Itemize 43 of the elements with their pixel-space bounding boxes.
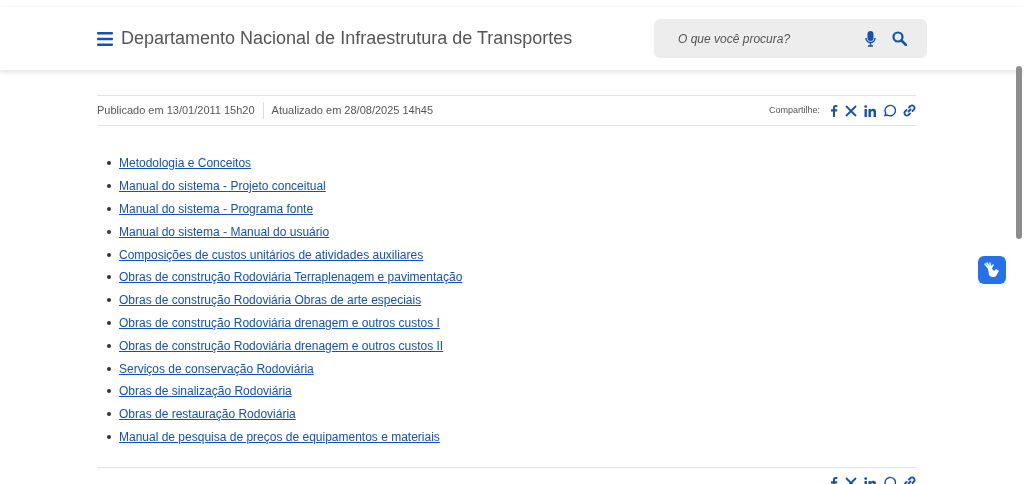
bullet-icon (107, 434, 111, 439)
bullet-icon (107, 343, 111, 348)
site-title[interactable]: Departamento Nacional de Infraestrutura de Transportes (121, 25, 573, 52)
document-link[interactable]: Obras de construção Rodoviária Terraplenagem e pavimentação (119, 268, 463, 287)
linkedin-icon[interactable] (864, 104, 876, 117)
menu-icon[interactable] (97, 31, 113, 46)
hands-icon (983, 262, 1001, 278)
bullet-icon (107, 252, 111, 257)
search-icon[interactable] (892, 31, 907, 46)
published-date: Publicado em 13/01/2011 15h20 (97, 102, 264, 119)
document-link[interactable]: Serviços de conservação Rodoviária (119, 359, 314, 378)
document-link[interactable]: Manual do sistema - Projeto conceitual (119, 177, 326, 196)
bullet-icon (107, 275, 111, 280)
bullet-icon (107, 412, 111, 417)
x-icon[interactable] (845, 104, 857, 117)
document-link[interactable]: Obras de construção Rodoviária drenagem e outros custos II (119, 336, 444, 355)
whatsapp-icon[interactable] (883, 104, 896, 117)
bullet-icon (107, 207, 111, 211)
document-link[interactable]: Obras de restauração Rodoviária (119, 405, 296, 424)
document-link[interactable]: Obras de construção Rodoviária drenagem e outros custos I (119, 313, 440, 332)
search-field[interactable]: O que você procura? (678, 29, 849, 48)
accessibility-button[interactable] (978, 256, 1006, 284)
search-bar[interactable]: O que você procura? (654, 19, 927, 58)
document-link[interactable]: Metodologia e Conceitos (119, 154, 252, 173)
microphone-icon[interactable] (865, 30, 876, 47)
document-link[interactable]: Manual de pesquisa de preços de equipamentos e materiais (119, 427, 440, 446)
bullet-icon (107, 389, 111, 394)
link-icon[interactable] (903, 104, 916, 117)
bullet-icon (107, 366, 111, 371)
facebook-icon[interactable] (830, 104, 838, 117)
updated-date: Atualizado em 28/08/2025 14h45 (270, 103, 434, 119)
bullet-icon (107, 320, 111, 325)
bullet-icon (107, 229, 111, 234)
document-link[interactable]: Obras de sinalização Rodoviária (119, 382, 292, 401)
bullet-icon (107, 161, 111, 166)
document-link[interactable]: Manual do sistema - Manual do usuário (119, 222, 330, 241)
bullet-icon (107, 298, 111, 303)
document-link[interactable]: Manual do sistema - Programa fonte (119, 200, 314, 218)
document-link[interactable]: Composições de custos unitários de atividades auxiliares (119, 245, 424, 264)
bullet-icon (107, 184, 111, 189)
scrollbar-thumb[interactable] (1016, 66, 1022, 239)
share-label: Compartilhe: (768, 103, 820, 117)
document-link[interactable]: Obras de construção Rodoviária Obras de arte especiais (119, 291, 422, 310)
